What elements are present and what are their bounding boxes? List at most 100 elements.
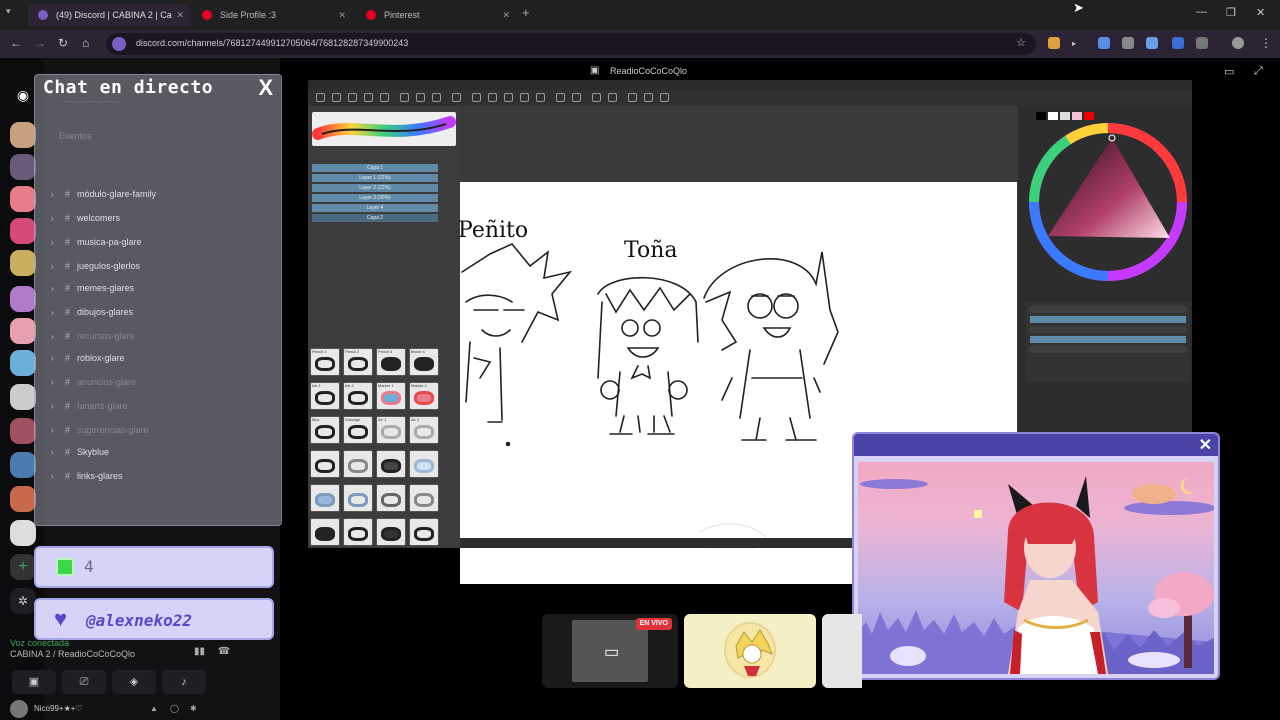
brush-tile[interactable]: Marker 1 <box>376 382 406 410</box>
zoom-icon[interactable] <box>452 93 461 102</box>
add-server-icon[interactable]: + <box>10 554 36 580</box>
redo-icon[interactable] <box>380 93 389 102</box>
brush-tile[interactable]: Ink 1 <box>310 382 340 410</box>
tab-list-icon[interactable]: ▾ <box>6 6 11 17</box>
extension-icon[interactable] <box>1098 37 1110 49</box>
brush-icon[interactable] <box>488 93 497 102</box>
screen-share-button[interactable]: ⎚ <box>62 670 106 694</box>
discord-home-icon[interactable]: ◉ <box>10 82 36 108</box>
extension-icon[interactable] <box>1122 37 1134 49</box>
camera-button[interactable]: ▣ <box>12 670 56 694</box>
new-tab-icon[interactable]: + <box>522 5 530 20</box>
eyedropper-icon[interactable] <box>572 93 581 102</box>
grid-icon[interactable] <box>628 93 637 102</box>
restore-icon[interactable]: ❐ <box>1226 6 1236 19</box>
extension-icon[interactable] <box>1048 37 1060 49</box>
brush-tile[interactable]: Air 2 <box>409 416 439 444</box>
server-icon[interactable] <box>10 250 36 276</box>
brush-tile[interactable] <box>310 484 340 512</box>
address-bar[interactable]: discord.com/channels/768127449912705064/… <box>106 33 1036 55</box>
server-icon[interactable] <box>10 350 36 376</box>
extension-icon[interactable] <box>1172 37 1184 49</box>
lasso-icon[interactable] <box>416 93 425 102</box>
eraser-icon[interactable] <box>504 93 513 102</box>
server-icon[interactable] <box>10 520 36 546</box>
channel-item[interactable]: › # dibujos-glares <box>51 307 133 317</box>
brush-tile[interactable] <box>376 484 406 512</box>
layer-row[interactable]: Layer 3 (30%) <box>312 194 438 202</box>
back-icon[interactable]: ← <box>10 36 22 50</box>
brush-tile[interactable]: Brush 4 <box>409 348 439 376</box>
layer-row-selected[interactable] <box>1030 336 1186 343</box>
server-icon[interactable] <box>10 418 36 444</box>
gradient-icon[interactable] <box>536 93 545 102</box>
color-wheel[interactable] <box>1018 118 1192 298</box>
new-file-icon[interactable] <box>316 93 325 102</box>
brush-tile[interactable] <box>310 518 340 546</box>
layer-row[interactable]: Capa 2 <box>312 214 438 222</box>
settings-gear-icon[interactable]: ✱ <box>190 704 197 713</box>
brush-preview[interactable] <box>312 112 456 146</box>
channel-item[interactable]: › # memes-glares <box>51 283 134 293</box>
close-icon[interactable]: ✕ <box>1199 435 1212 455</box>
participant-tile-avatar[interactable] <box>684 614 816 688</box>
server-icon[interactable] <box>10 384 36 410</box>
brush-tile[interactable] <box>343 484 373 512</box>
headphones-icon[interactable]: ◯ <box>170 704 179 713</box>
voice-channel-label[interactable]: CABINA 2 / ReadioCoCoCoQlo <box>10 649 210 659</box>
channel-item[interactable]: › # roblox-glare <box>51 353 125 363</box>
layer-row[interactable] <box>1030 306 1186 313</box>
bookmark-star-icon[interactable]: ☆ <box>1016 36 1026 49</box>
extension-icon[interactable] <box>1146 37 1158 49</box>
layer-row[interactable] <box>1030 346 1186 353</box>
brush-tile[interactable]: Air 1 <box>376 416 406 444</box>
server-icon[interactable] <box>10 186 36 212</box>
snap-icon[interactable] <box>660 93 669 102</box>
channel-item[interactable]: › # módulo-glare-family <box>51 189 156 199</box>
brush-tile[interactable] <box>409 450 439 478</box>
brush-tile[interactable] <box>343 450 373 478</box>
pen-icon[interactable] <box>472 93 481 102</box>
brush-tile[interactable] <box>409 484 439 512</box>
brush-tile[interactable]: Ink 2 <box>343 382 373 410</box>
server-icon[interactable] <box>10 486 36 512</box>
profile-avatar-icon[interactable] <box>1232 37 1244 49</box>
brush-tile[interactable]: Pencil 2 <box>343 348 373 376</box>
brush-tile[interactable] <box>310 450 340 478</box>
extensions-puzzle-icon[interactable] <box>1196 37 1208 49</box>
site-info-icon[interactable] <box>112 37 126 51</box>
layer-row[interactable]: Capa 1 <box>312 164 438 172</box>
channel-item[interactable]: › # welcomers <box>51 213 120 223</box>
server-icon[interactable] <box>10 218 36 244</box>
brush-tile[interactable] <box>343 518 373 546</box>
layer-row[interactable]: Layer 4 <box>312 204 438 212</box>
brush-tile[interactable]: Pencil 1 <box>310 348 340 376</box>
brush-tile[interactable]: Smudge <box>343 416 373 444</box>
channel-item[interactable]: › # links-glares <box>51 471 123 481</box>
extension-arrow-icon[interactable]: ▸ <box>1072 39 1076 48</box>
flip-icon[interactable] <box>608 93 617 102</box>
browser-menu-icon[interactable]: ⋮ <box>1260 36 1272 50</box>
vtuber-overlay[interactable]: ✕ <box>852 432 1220 680</box>
layer-row[interactable] <box>1030 326 1186 333</box>
signal-icon[interactable]: ▮▮ <box>194 646 205 657</box>
server-icon[interactable] <box>10 154 36 180</box>
tab-discord[interactable]: (49) Discord | CABINA 2 | Ca ✕ <box>28 4 190 26</box>
fullscreen-icon[interactable]: ⤢ <box>1254 65 1263 78</box>
reload-icon[interactable]: ↻ <box>58 36 68 50</box>
rotate-icon[interactable] <box>592 93 601 102</box>
explore-icon[interactable]: ✲ <box>10 588 36 614</box>
activity-button[interactable]: ◈ <box>112 670 156 694</box>
move-icon[interactable] <box>432 93 441 102</box>
layer-row[interactable]: Layer 2 (22%) <box>312 184 438 192</box>
chat-close-icon[interactable]: X <box>258 75 273 101</box>
channel-item[interactable]: › # fanarts-glare <box>51 401 128 411</box>
brush-tile[interactable]: Pencil 3 <box>376 348 406 376</box>
ruler-icon[interactable] <box>644 93 653 102</box>
url-text[interactable]: discord.com/channels/768127449912705064/… <box>136 38 408 48</box>
close-tab-icon[interactable]: ✕ <box>502 4 510 26</box>
participant-tile-live[interactable]: ▭ EN VIVO <box>542 614 678 688</box>
close-tab-icon[interactable]: ✕ <box>338 4 346 26</box>
brush-tile[interactable] <box>376 518 406 546</box>
participant-tile[interactable] <box>822 614 862 688</box>
